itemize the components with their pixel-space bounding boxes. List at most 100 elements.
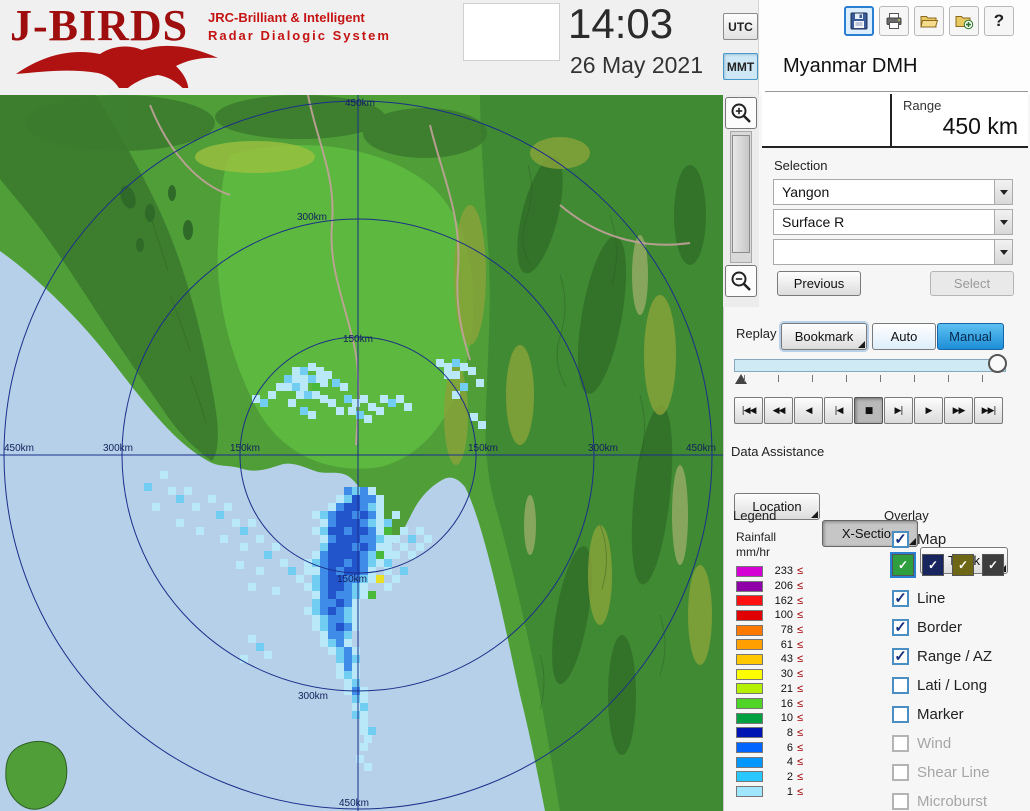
help-button[interactable]: ? (984, 6, 1014, 36)
playback-button-7[interactable]: ▶▶ (944, 397, 973, 424)
utc-button[interactable]: UTC (723, 13, 758, 40)
checkbox[interactable]: ✓ (892, 530, 909, 548)
playback-button-0[interactable]: |◀◀ (734, 397, 763, 424)
bird-logo-icon (16, 45, 218, 88)
playback-button-2[interactable]: ◀ (794, 397, 823, 424)
playback-button-3[interactable]: |◀ (824, 397, 853, 424)
legend-value: 43 (780, 653, 793, 666)
legend-le-sign: ≤ (797, 638, 804, 651)
range-label: Range (903, 98, 942, 113)
legend-le-sign: ≤ (797, 594, 804, 607)
overlay-checkbox-list: ✓ Map ✓ ✓ ✓ ✓ ✓ Line ✓ Border ✓ Range / AZ Lati / Lo… (890, 528, 1028, 811)
replay-timeline-slider[interactable] (734, 359, 1006, 372)
site-dropdown[interactable]: Yangon (773, 179, 1013, 205)
overlay-item-range-az[interactable]: ✓ Range / AZ (892, 645, 1028, 667)
overlay-item-lati-long[interactable]: Lati / Long (892, 674, 1028, 696)
legend-color-swatch (736, 698, 763, 710)
legend-row: 78 ≤ (736, 623, 803, 638)
zoom-out-button[interactable] (725, 265, 757, 297)
range-value: 450 km (942, 113, 1018, 139)
checkbox[interactable] (892, 676, 909, 694)
overlay-item-label: Map (917, 530, 947, 548)
legend-le-sign: ≤ (797, 741, 804, 754)
folder-icon (920, 16, 939, 28)
checkbox[interactable]: ✓ (892, 589, 909, 607)
radar-map[interactable]: 450km 300km 150km 150km 300km 450km 450k… (0, 94, 723, 811)
legend-value: 21 (780, 682, 793, 695)
legend-color-swatch (736, 653, 763, 665)
mmt-button[interactable]: MMT (723, 53, 758, 80)
legend-le-sign: ≤ (797, 697, 804, 710)
zoom-out-icon (731, 271, 751, 291)
extra-dropdown[interactable] (773, 239, 1013, 265)
map-style-swatch-1[interactable]: ✓ (922, 554, 944, 576)
legend-le-sign: ≤ (797, 756, 804, 769)
ring-label: 150km (230, 443, 260, 454)
hills (195, 141, 315, 173)
auto-button[interactable]: Auto (872, 323, 936, 350)
map-style-swatch-2[interactable]: ✓ (952, 554, 974, 576)
zoom-in-button[interactable] (725, 97, 757, 129)
checkbox[interactable] (892, 705, 909, 723)
chevron-down-icon[interactable] (994, 180, 1012, 204)
timeline-thumb[interactable] (988, 354, 1007, 373)
bookmark-button[interactable]: Bookmark (781, 323, 867, 350)
ring-label: 300km (297, 212, 327, 223)
import-image-button[interactable] (949, 6, 979, 36)
legend-row: 162 ≤ (736, 593, 803, 608)
legend-row: 16 ≤ (736, 696, 803, 711)
overlay-item-line[interactable]: ✓ Line (892, 587, 1028, 609)
clock-time: 14:03 (568, 0, 674, 47)
legend-unit-1: Rainfall (736, 530, 777, 544)
legend-color-swatch (736, 756, 763, 768)
header-right: ? (758, 0, 1030, 95)
legend-row: 8 ≤ (736, 726, 803, 741)
playback-button-1[interactable]: ◀◀ (764, 397, 793, 424)
legend-value: 233 (774, 565, 793, 578)
print-button[interactable] (879, 6, 909, 36)
checkbox[interactable]: ✓ (892, 647, 909, 665)
manual-button[interactable]: Manual (937, 323, 1004, 350)
previous-button[interactable]: Previous (777, 271, 861, 296)
map-style-swatch-3[interactable]: ✓ (982, 554, 1004, 576)
legend-value: 10 (780, 712, 793, 725)
legend-row: 1 ≤ (736, 784, 803, 799)
checkbox[interactable]: ✓ (892, 618, 909, 636)
overlay-item-map[interactable]: ✓ Map (892, 528, 1028, 550)
checkbox (892, 792, 909, 810)
playback-button-4[interactable]: ■ (854, 397, 883, 424)
zoom-scrollbar-thumb[interactable] (732, 135, 750, 253)
map-style-swatch-0[interactable]: ✓ (890, 552, 916, 578)
legend-color-swatch (736, 565, 763, 577)
product-dropdown[interactable]: Surface R (773, 209, 1013, 235)
chevron-down-icon[interactable] (994, 210, 1012, 234)
overlay-item-label: Wind (917, 734, 952, 752)
map-style-options: ✓ ✓ ✓ ✓ (890, 552, 1028, 578)
chevron-down-icon[interactable] (994, 240, 1012, 264)
select-button[interactable]: Select (930, 271, 1014, 296)
zoom-scrollbar[interactable] (730, 131, 752, 263)
playback-button-8[interactable]: ▶▶| (974, 397, 1003, 424)
save-button[interactable] (844, 6, 874, 36)
ring-label: 300km (588, 443, 618, 454)
legend-color-swatch (736, 771, 763, 783)
playback-button-6[interactable]: ▶ (914, 397, 943, 424)
clock-date: 26 May 2021 (570, 52, 703, 78)
legend-value: 4 (786, 756, 793, 769)
ring-label: 300km (298, 691, 328, 702)
legend-row: 233 ≤ (736, 564, 803, 579)
legend-row: 10 ≤ (736, 711, 803, 726)
open-folder-button[interactable] (914, 6, 944, 36)
help-icon: ? (993, 11, 1005, 30)
rainfall-legend: 233 ≤206 ≤162 ≤100 ≤78 ≤61 ≤43 ≤30 ≤21 ≤16 ≤10 ≤8 ≤6… (736, 564, 803, 799)
j-birds-app: J-BIRDS JRC-Brilliant & Intelligent Rada… (0, 0, 1030, 811)
overlay-item-marker[interactable]: Marker (892, 703, 1028, 725)
playback-button-5[interactable]: ▶| (884, 397, 913, 424)
header: J-BIRDS JRC-Brilliant & Intelligent Rada… (0, 0, 758, 95)
legend-row: 6 ≤ (736, 740, 803, 755)
legend-label: Legend (733, 508, 777, 523)
overlay-item-label: Line (917, 589, 946, 607)
legend-color-swatch (736, 683, 763, 695)
overlay-item-border[interactable]: ✓ Border (892, 616, 1028, 638)
ring-label: 450km (686, 443, 716, 454)
